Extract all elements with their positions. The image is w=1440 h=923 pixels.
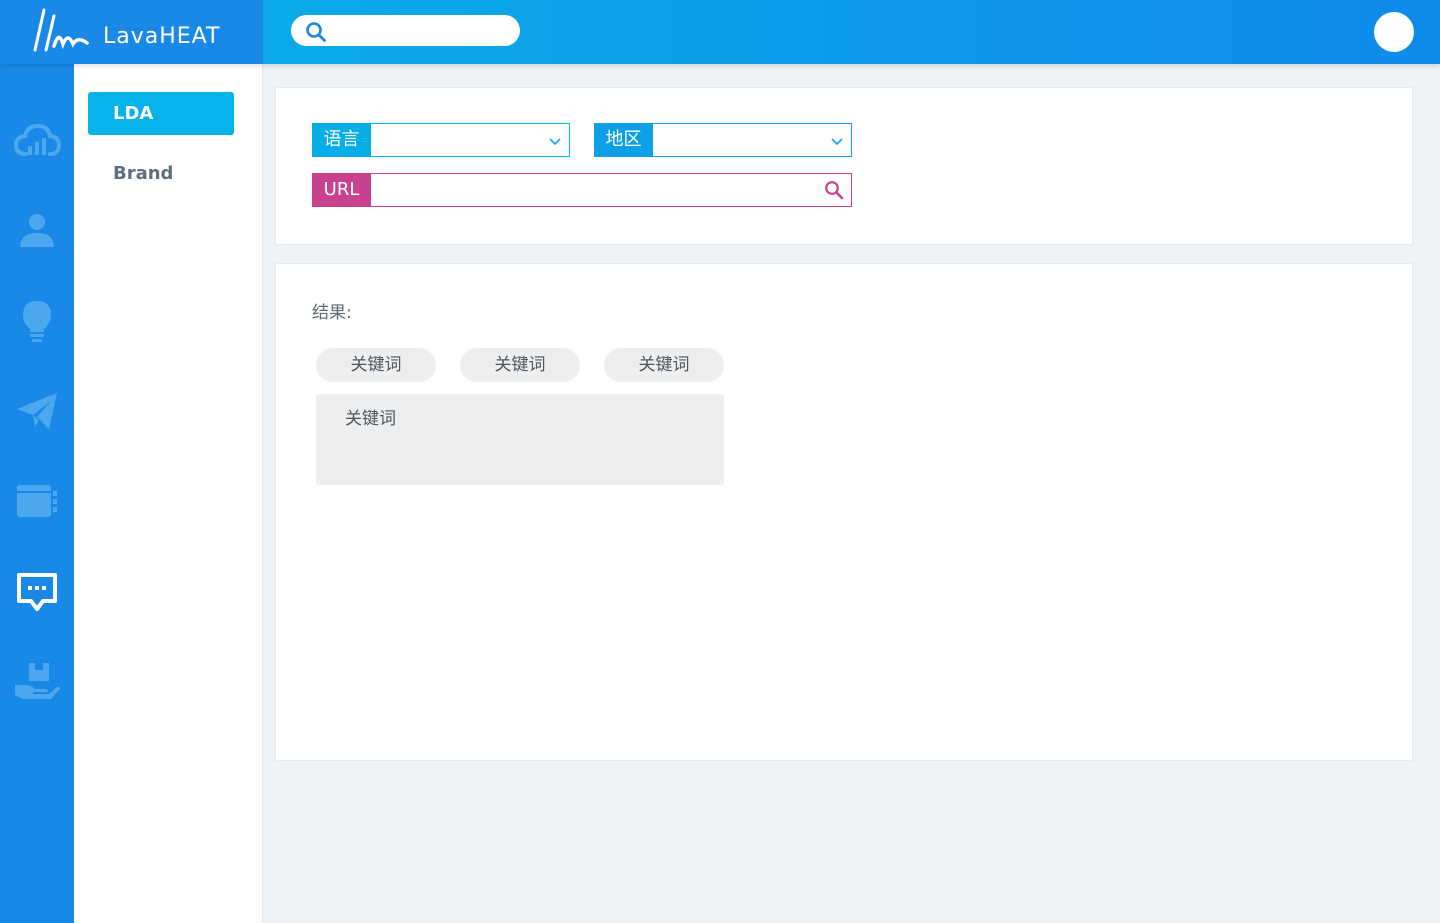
paper-plane-icon [17,393,57,429]
chevron-down-icon [549,138,561,146]
results-label: 结果: [312,303,352,323]
rail-item-send[interactable] [0,366,74,456]
rail-item-users[interactable] [0,186,74,276]
keyword-chip[interactable]: 关键词 [604,348,724,382]
url-label: URL [312,173,371,207]
brand-area: LavaHEAT [0,0,263,64]
search-icon[interactable] [824,180,844,200]
language-label: 语言 [312,123,371,157]
sub-navigation: LDA Brand [74,64,263,923]
browser-window-icon [17,485,57,517]
user-icon [20,214,54,247]
keyword-chip[interactable]: 关键词 [460,348,580,382]
app-name: LavaHEAT [103,24,221,49]
hand-box-icon [15,663,60,699]
chevron-down-icon [831,138,843,146]
icon-rail [0,64,74,923]
result-box: 关键词 [316,394,724,485]
search-icon [306,22,326,42]
language-select[interactable]: 语言 [312,123,570,157]
rail-item-delivery[interactable] [0,636,74,726]
rail-item-ideas[interactable] [0,276,74,366]
keyword-chip[interactable]: 关键词 [316,348,436,382]
region-select[interactable]: 地区 [594,123,852,157]
url-field[interactable]: URL [312,173,852,207]
region-label: 地区 [594,123,653,157]
filter-panel: 语言 地区 URL [275,87,1413,245]
subnav-item-brand[interactable]: Brand [88,152,234,195]
rail-item-analytics[interactable] [0,96,74,186]
chat-bubble-icon [17,573,57,611]
lavaheat-logo-icon [33,8,89,52]
url-input[interactable] [375,175,815,205]
subnav-item-lda[interactable]: LDA [88,92,234,135]
results-panel: 结果: 关键词 关键词 关键词 关键词 [275,263,1413,761]
result-box-text: 关键词 [345,409,396,429]
avatar[interactable] [1374,12,1414,52]
search-input[interactable] [335,19,505,42]
lightbulb-icon [23,301,51,342]
rail-item-messages[interactable] [0,546,74,636]
cloud-chart-icon [13,123,61,156]
top-bar: LavaHEAT [0,0,1440,64]
global-search[interactable] [291,15,520,46]
rail-item-pages[interactable] [0,456,74,546]
